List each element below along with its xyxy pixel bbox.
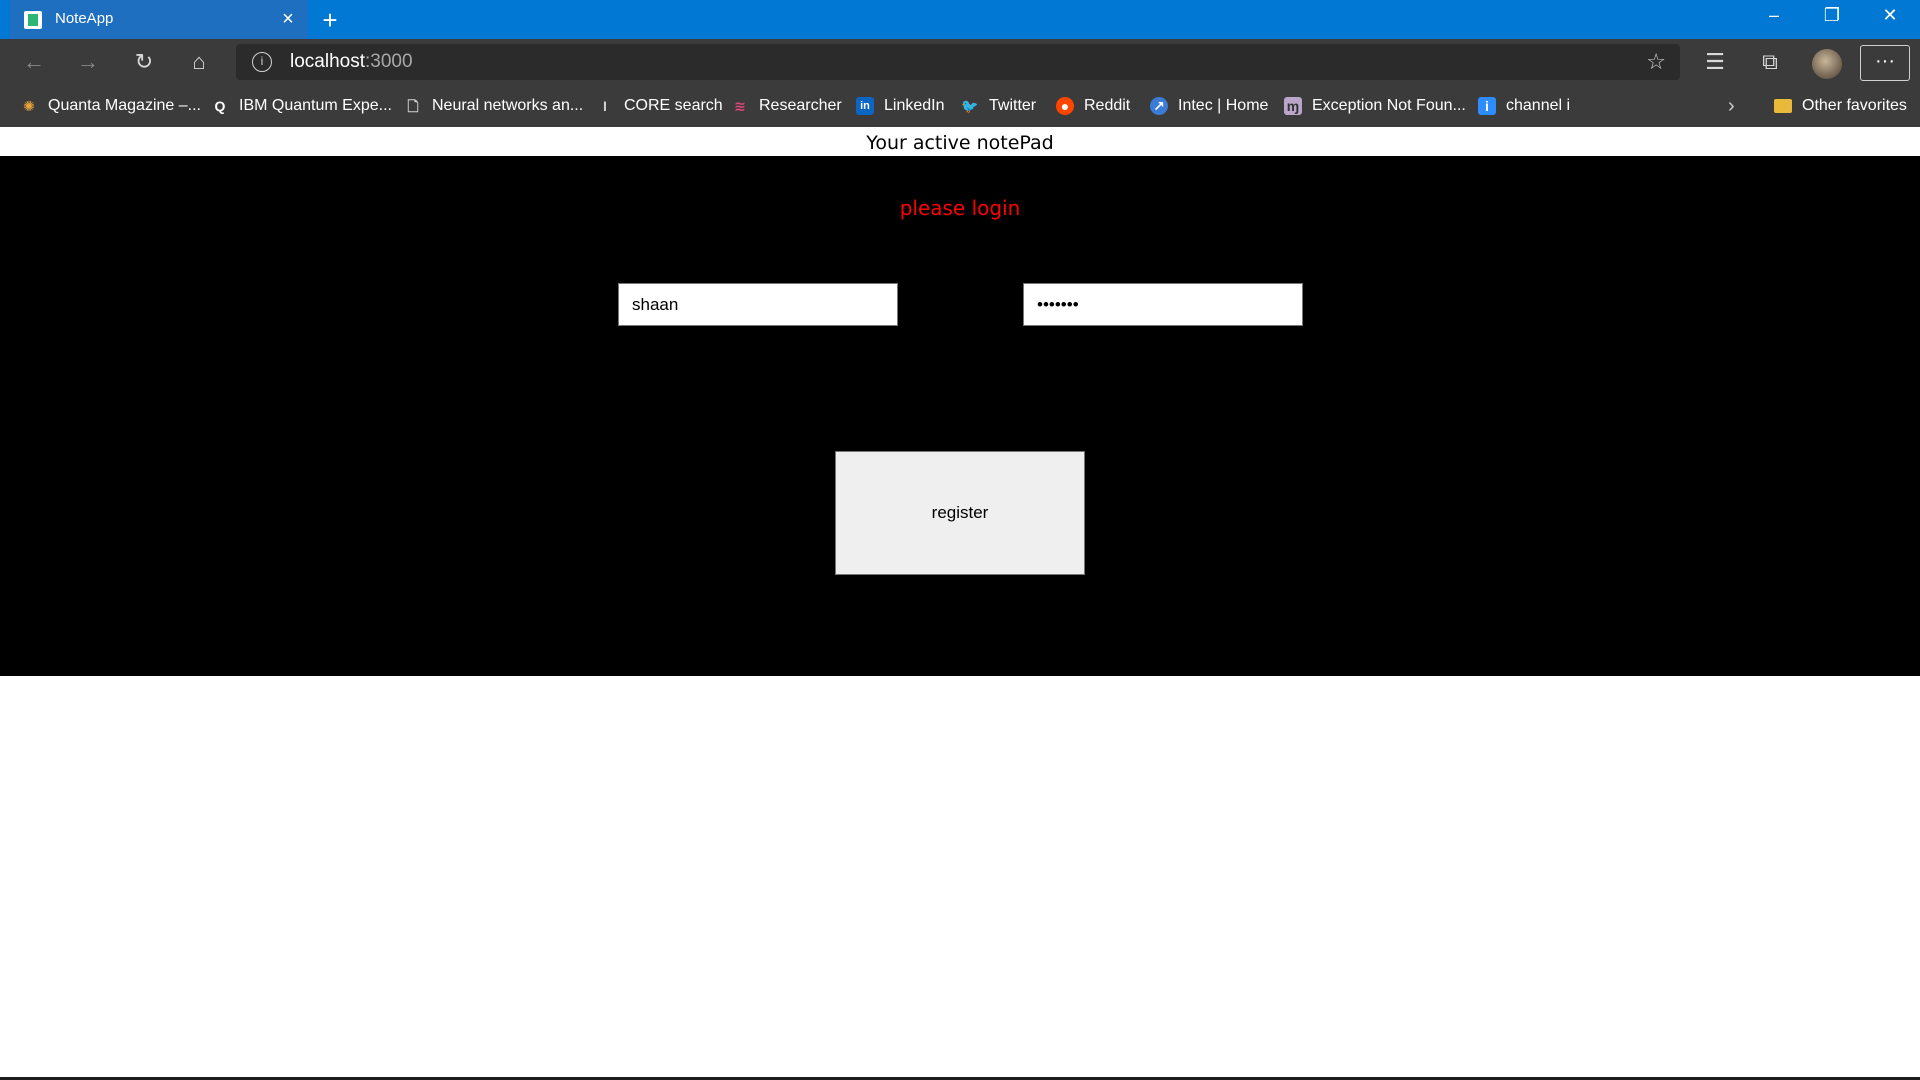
favorite-label: Intec | Home [1178, 97, 1269, 114]
address-url[interactable]: localhost:3000 [290, 51, 413, 73]
favorite-label: IBM Quantum Expe... [239, 97, 392, 114]
restore-window-button[interactable]: ❐ [1804, 0, 1860, 30]
favorite-label: Neural networks an... [432, 97, 584, 114]
noteapp-favicon-icon [24, 11, 42, 29]
page-title: Your active notePad [866, 132, 1054, 154]
close-window-button[interactable]: ✕ [1862, 0, 1918, 30]
linkedin-icon: in [856, 97, 874, 115]
favorites-icon[interactable]: ☰ [1699, 47, 1731, 77]
quanta-icon: ✺ [23, 98, 35, 114]
collections-icon[interactable]: ⧉ [1754, 47, 1786, 77]
folder-icon [1774, 99, 1792, 113]
favorite-item[interactable]: I CORE search [596, 95, 723, 117]
close-tab-icon[interactable]: × [276, 7, 300, 31]
favorite-label: CORE search [624, 97, 723, 114]
favorite-item[interactable]: ✺ Quanta Magazine –... [20, 95, 201, 117]
favorite-label: Quanta Magazine –... [48, 97, 201, 114]
more-favorites-chevron-icon[interactable]: › [1728, 95, 1735, 118]
exception-icon: ɱ [1284, 97, 1302, 115]
twitter-icon: 🐦 [961, 98, 979, 114]
forward-button[interactable]: → [72, 47, 104, 77]
favorite-item[interactable]: 🐦 Twitter [961, 95, 1036, 117]
back-button[interactable]: ← [18, 47, 50, 77]
favorite-item[interactable]: 🗋 Neural networks an... [404, 95, 583, 117]
address-bar[interactable]: i localhost:3000 ☆ [236, 44, 1680, 80]
favorite-label: Twitter [989, 97, 1037, 114]
new-tab-button[interactable]: + [316, 6, 344, 34]
favorite-item[interactable]: ɱ Exception Not Foun... [1284, 95, 1466, 117]
address-host: localhost [290, 51, 365, 72]
page-header: Your active notePad [0, 127, 1920, 156]
login-panel: please login register [0, 156, 1920, 676]
other-favorites-label: Other favorites [1802, 97, 1907, 114]
tab-noteapp[interactable]: NoteApp × [10, 0, 308, 39]
site-info-icon[interactable]: i [252, 52, 272, 72]
login-status-message: please login [899, 196, 1021, 220]
channel-i-icon: i [1478, 97, 1496, 115]
tab-title: NoteApp [55, 10, 114, 27]
refresh-button[interactable]: ↻ [128, 47, 160, 77]
minimize-window-button[interactable]: – [1746, 0, 1802, 30]
reddit-icon: ● [1056, 97, 1074, 115]
favorite-item[interactable]: ● Reddit [1056, 95, 1130, 117]
favorite-label: Exception Not Foun... [1312, 97, 1466, 114]
register-button[interactable]: register [835, 451, 1085, 575]
settings-menu-button[interactable]: ··· [1860, 45, 1910, 81]
ibm-quantum-icon: Q [214, 98, 226, 114]
favorites-bar: ✺ Quanta Magazine –... Q IBM Quantum Exp… [0, 85, 1920, 127]
favorite-label: Researcher [759, 97, 842, 114]
favorite-item[interactable]: Q IBM Quantum Expe... [211, 95, 392, 117]
core-icon: I [603, 98, 607, 114]
favorite-label: channel i [1506, 97, 1571, 114]
browser-navbar: ← → ↻ ⌂ i localhost:3000 ☆ ☰ ⧉ [0, 39, 1920, 85]
browser-titlebar: NoteApp × + – ❐ ✕ [0, 0, 1920, 39]
address-port: :3000 [365, 51, 413, 72]
favorite-item[interactable]: ≋ Researcher [731, 95, 842, 117]
add-favorite-star-icon[interactable]: ☆ [1646, 49, 1666, 75]
home-button[interactable]: ⌂ [183, 47, 215, 77]
document-icon: 🗋 [407, 98, 419, 114]
favorite-label: LinkedIn [884, 97, 945, 114]
intec-icon: ↗ [1150, 97, 1168, 115]
favorite-item[interactable]: i channel i [1478, 95, 1570, 117]
researcher-icon: ≋ [734, 98, 746, 114]
password-input[interactable] [1023, 283, 1303, 326]
other-favorites-folder[interactable]: Other favorites [1774, 95, 1907, 117]
favorite-item[interactable]: ↗ Intec | Home [1150, 95, 1268, 117]
favorite-label: Reddit [1084, 97, 1131, 114]
profile-avatar[interactable] [1812, 49, 1842, 79]
favorite-item[interactable]: in LinkedIn [856, 95, 945, 117]
username-input[interactable] [618, 283, 898, 326]
